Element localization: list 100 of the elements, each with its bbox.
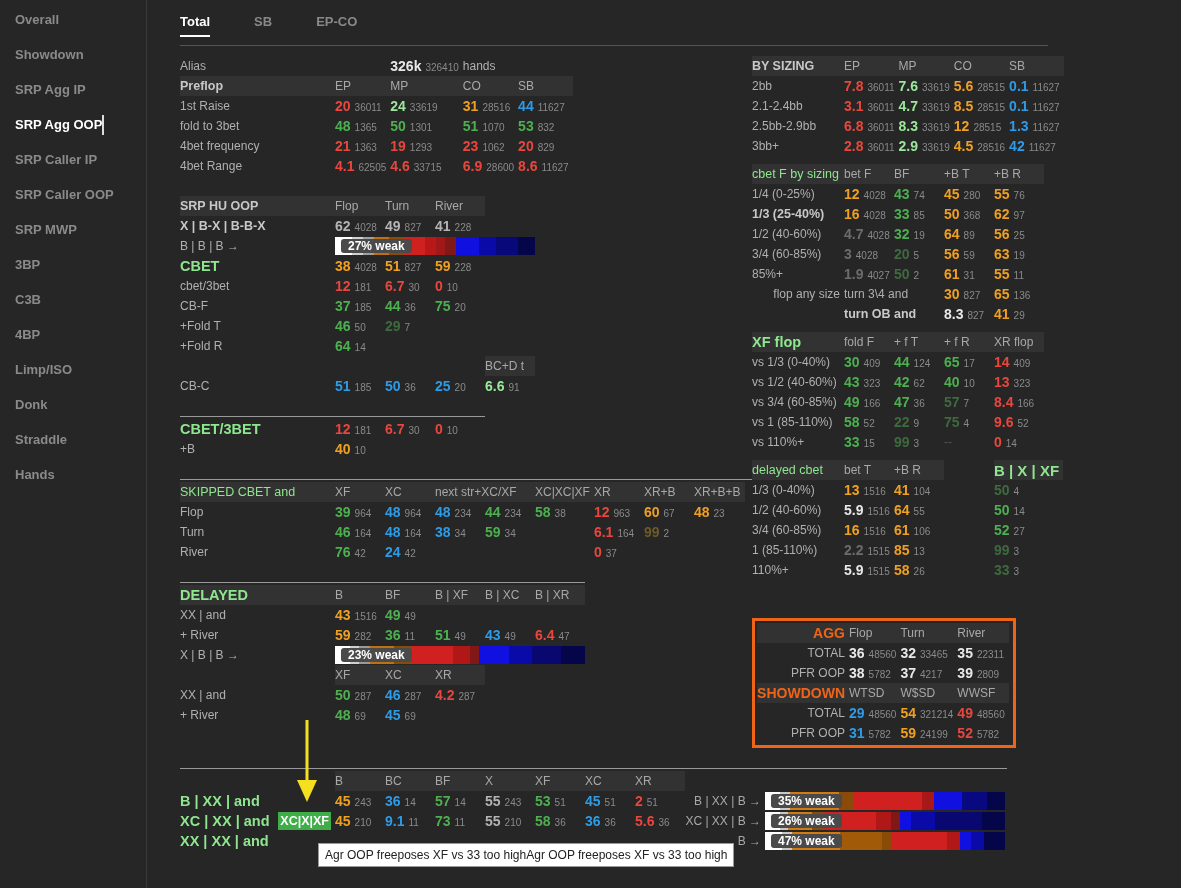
tag-label: XC|X|XF [278,812,331,830]
sidebar-item[interactable]: Donk [0,395,50,415]
column-header: Turn [900,623,958,643]
sample-count: 1293 [409,142,433,153]
row-label: 1/2 (40-60%) [752,227,822,241]
sample-count: 10 [963,378,975,389]
sample-count: 97 [1013,210,1025,221]
row-label: Turn [180,525,205,539]
stat-value: 61 [944,266,960,282]
column-header: XF [335,665,385,685]
sidebar-item[interactable]: SRP Agg IP [0,80,88,100]
sample-count: 42 [354,548,366,559]
stat-value: 36 [385,793,401,809]
sample-count: 34 [504,528,516,539]
stat-value: 326k [390,58,422,74]
row-label: 2bb [752,79,773,93]
column-header: +B R [994,164,1044,184]
sample-count: 4217 [919,669,943,680]
sidebar-item[interactable]: C3B [0,290,43,310]
sample-count: 20 [454,302,466,313]
sample-count: 181 [354,425,372,436]
sample-count: 2 [913,270,920,281]
weak-label: 23% weak [341,648,412,662]
sample-count: 69 [354,711,366,722]
row-label: SHOWDOWN [757,685,845,701]
stat-value: 37 [900,665,916,681]
row-label: XX | and [180,688,226,702]
stat-value: 0.1 [1009,98,1029,114]
tab[interactable]: EP-CO [316,8,358,37]
sample-count: 409 [863,358,881,369]
sidebar-item[interactable]: SRP Agg OOP [0,115,105,135]
sample-count: 33619 [409,102,438,113]
stat-value: 0.1 [1009,78,1029,94]
sidebar-item[interactable]: Overall [0,10,62,30]
stat-value: 61 [894,522,910,538]
sample-count: 14 [1013,506,1025,517]
sample-count: 28516 [977,142,1006,153]
stat-value: 57 [435,793,451,809]
sidebar-item[interactable]: 3BP [0,255,43,275]
sample-count: 42 [404,548,416,559]
column-header: BF [894,164,944,184]
stat-value: 42 [1009,138,1025,154]
column-header: XF [335,482,385,502]
tab[interactable]: Total [180,8,211,37]
row-label: vs 1/2 (40-60%) [752,375,837,389]
sidebar-item[interactable]: Showdown [0,45,86,65]
tab[interactable]: SB [254,8,273,37]
row-label: PFR OOP [791,666,845,680]
stat-value: 51 [435,627,451,643]
row-label: 1 (85-110%) [752,543,818,557]
column-header: XF [535,771,585,791]
cell-text: turn OB and [844,307,918,321]
stat-value: 0 [994,434,1002,450]
stat-value: 52 [994,522,1010,538]
column-header: Turn [385,196,435,216]
column-header: X [485,771,535,791]
row-label: 3/4 (60-85%) [752,523,822,537]
sample-count: 827 [967,310,985,321]
sidebar-item[interactable]: SRP Caller IP [0,150,100,170]
sample-count: 36 [404,302,416,313]
column-header: Flop [849,623,901,643]
sample-count: 52 [1017,418,1029,429]
sidebar-item[interactable]: Hands [0,465,57,485]
sidebar-item[interactable]: SRP Caller OOP [0,185,116,205]
sample-count: 91 [508,382,520,393]
column-header: XR [435,665,485,685]
sample-count: 964 [354,508,372,519]
column-header: XR+B [643,482,694,502]
column-header: XR+B+B [693,482,745,502]
sidebar-item[interactable]: Straddle [0,430,69,450]
stat-value: 23 [462,138,479,154]
stat-value: 6.4 [535,627,555,643]
sample-count: 1516 [863,486,886,497]
stat-value: 51 [335,378,351,394]
sidebar-item[interactable]: SRP MWP [0,220,79,240]
stat-value: 12 [844,186,860,202]
row-label: 85%+ [752,267,784,281]
sample-count: 48560 [868,709,897,720]
sample-count: 11 [404,631,415,642]
stat-value: 76 [335,544,351,560]
sidebar-item[interactable]: Limp/ISO [0,360,75,380]
stat-value: 48 [693,504,710,520]
sample-count: 49 [404,611,416,622]
sample-count: 234 [504,508,522,519]
stat-value: 20 [518,138,534,154]
stat-value: 4.5 [953,138,974,154]
sample-count: 3 [1013,566,1020,577]
sample-count: 5782 [868,729,891,740]
row-label: CBET [180,258,220,274]
sample-count: 51 [646,797,658,808]
stat-value: 2.9 [898,138,918,154]
stat-value: 42 [894,374,910,390]
sample-count: 210 [354,817,372,828]
sample-count: 47 [558,631,570,642]
row-label: CB-F [180,299,208,313]
stat-value: 55 [994,266,1010,282]
column-header: WWSF [957,683,1009,703]
sidebar-item[interactable]: 4BP [0,325,43,345]
stat-value: 58 [894,562,910,578]
row-label: 1/3 (25-40%) [752,207,825,221]
